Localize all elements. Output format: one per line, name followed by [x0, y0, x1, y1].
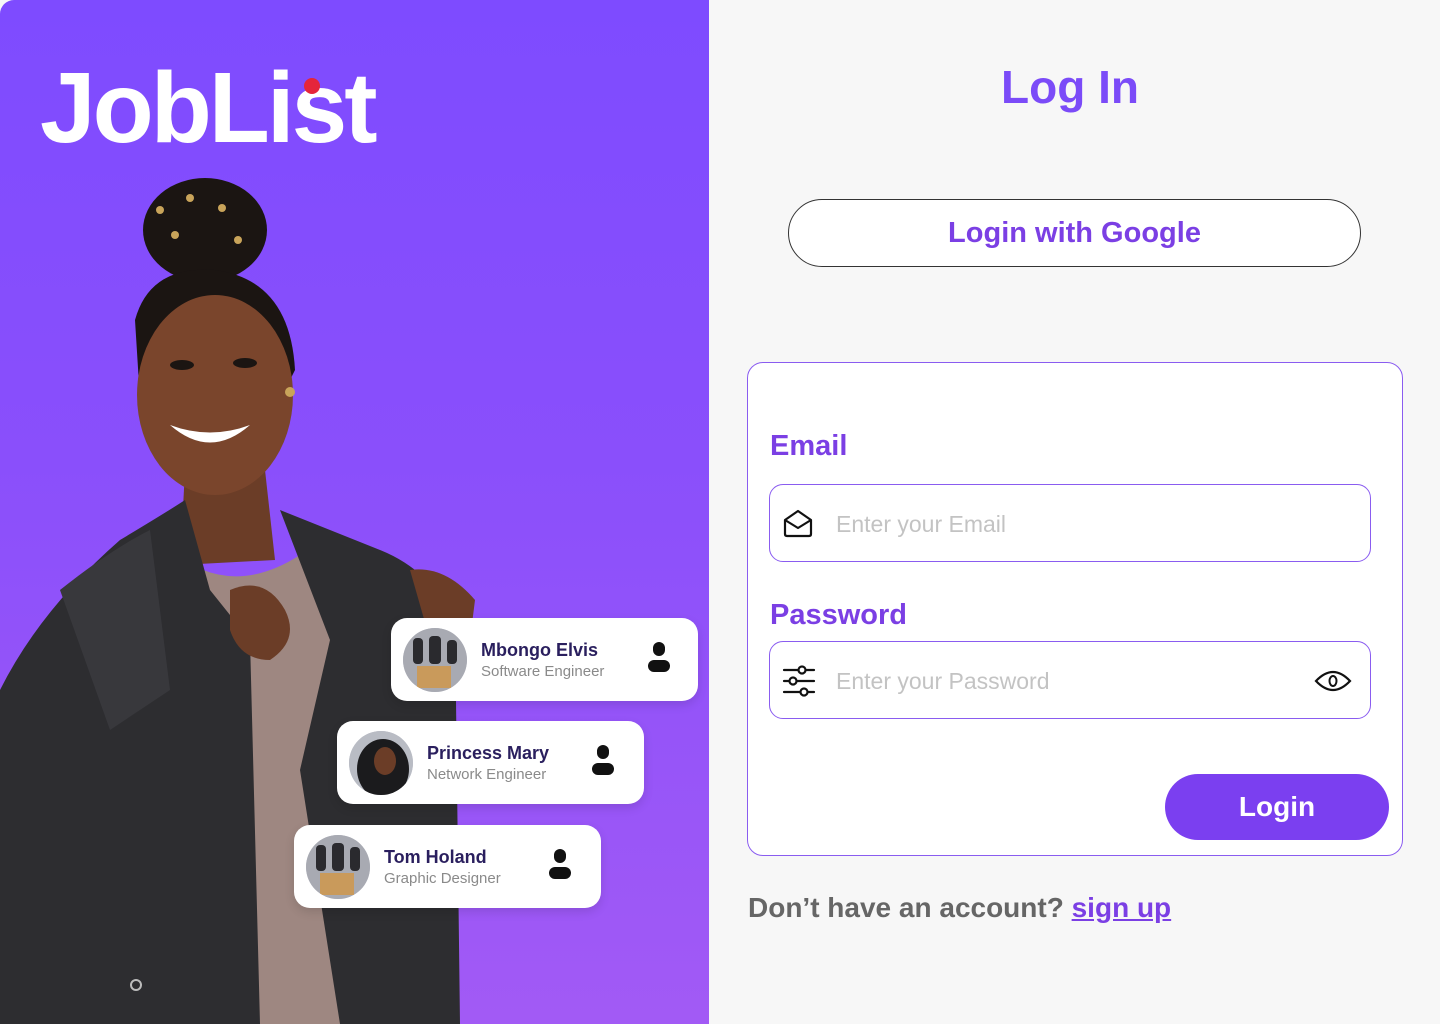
profile-card[interactable]: Mbongo Elvis Software Engineer [391, 618, 698, 701]
login-with-google-button[interactable]: Login with Google [788, 199, 1361, 267]
profile-role: Software Engineer [481, 662, 605, 680]
email-field-wrapper [769, 484, 1371, 562]
signup-prompt: Don’t have an account? [748, 892, 1064, 923]
sliders-icon [782, 665, 816, 697]
profile-card[interactable]: Tom Holand Graphic Designer [294, 825, 601, 908]
profile-card[interactable]: Princess Mary Network Engineer [337, 721, 644, 804]
password-label: Password [770, 599, 907, 631]
eye-icon[interactable] [1314, 666, 1352, 696]
email-input[interactable] [834, 503, 1278, 545]
user-icon [592, 745, 614, 775]
login-button[interactable]: Login [1165, 774, 1389, 840]
profile-avatar [403, 627, 467, 692]
password-field-wrapper [769, 641, 1371, 719]
profile-name: Mbongo Elvis [481, 639, 598, 660]
password-input[interactable] [834, 660, 1278, 702]
email-label: Email [770, 430, 848, 462]
profile-name: Princess Mary [427, 742, 550, 763]
logo-dot [304, 78, 320, 94]
user-icon [549, 849, 571, 879]
mail-icon [783, 509, 813, 538]
profile-role: Graphic Designer [384, 869, 501, 887]
signup-link[interactable]: sign up [1072, 892, 1172, 923]
page-title: Log In [1001, 61, 1139, 113]
brand-logo: JobList [40, 52, 378, 164]
hero-panel: JobList Mbongo Elvis Software Engineer P… [0, 0, 709, 1024]
signup-row: Don’t have an account? sign up [748, 892, 1171, 924]
profile-role: Network Engineer [427, 765, 547, 783]
profile-avatar [306, 834, 370, 899]
profile-avatar [349, 730, 413, 795]
profile-name: Tom Holand [384, 846, 487, 867]
user-icon [648, 642, 670, 672]
